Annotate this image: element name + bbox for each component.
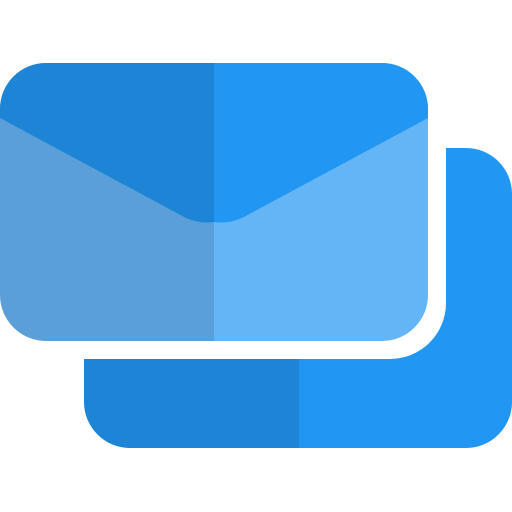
icon-canvas [0, 0, 512, 512]
stacked-mail-icon [0, 51, 512, 448]
front-envelope [0, 63, 428, 341]
